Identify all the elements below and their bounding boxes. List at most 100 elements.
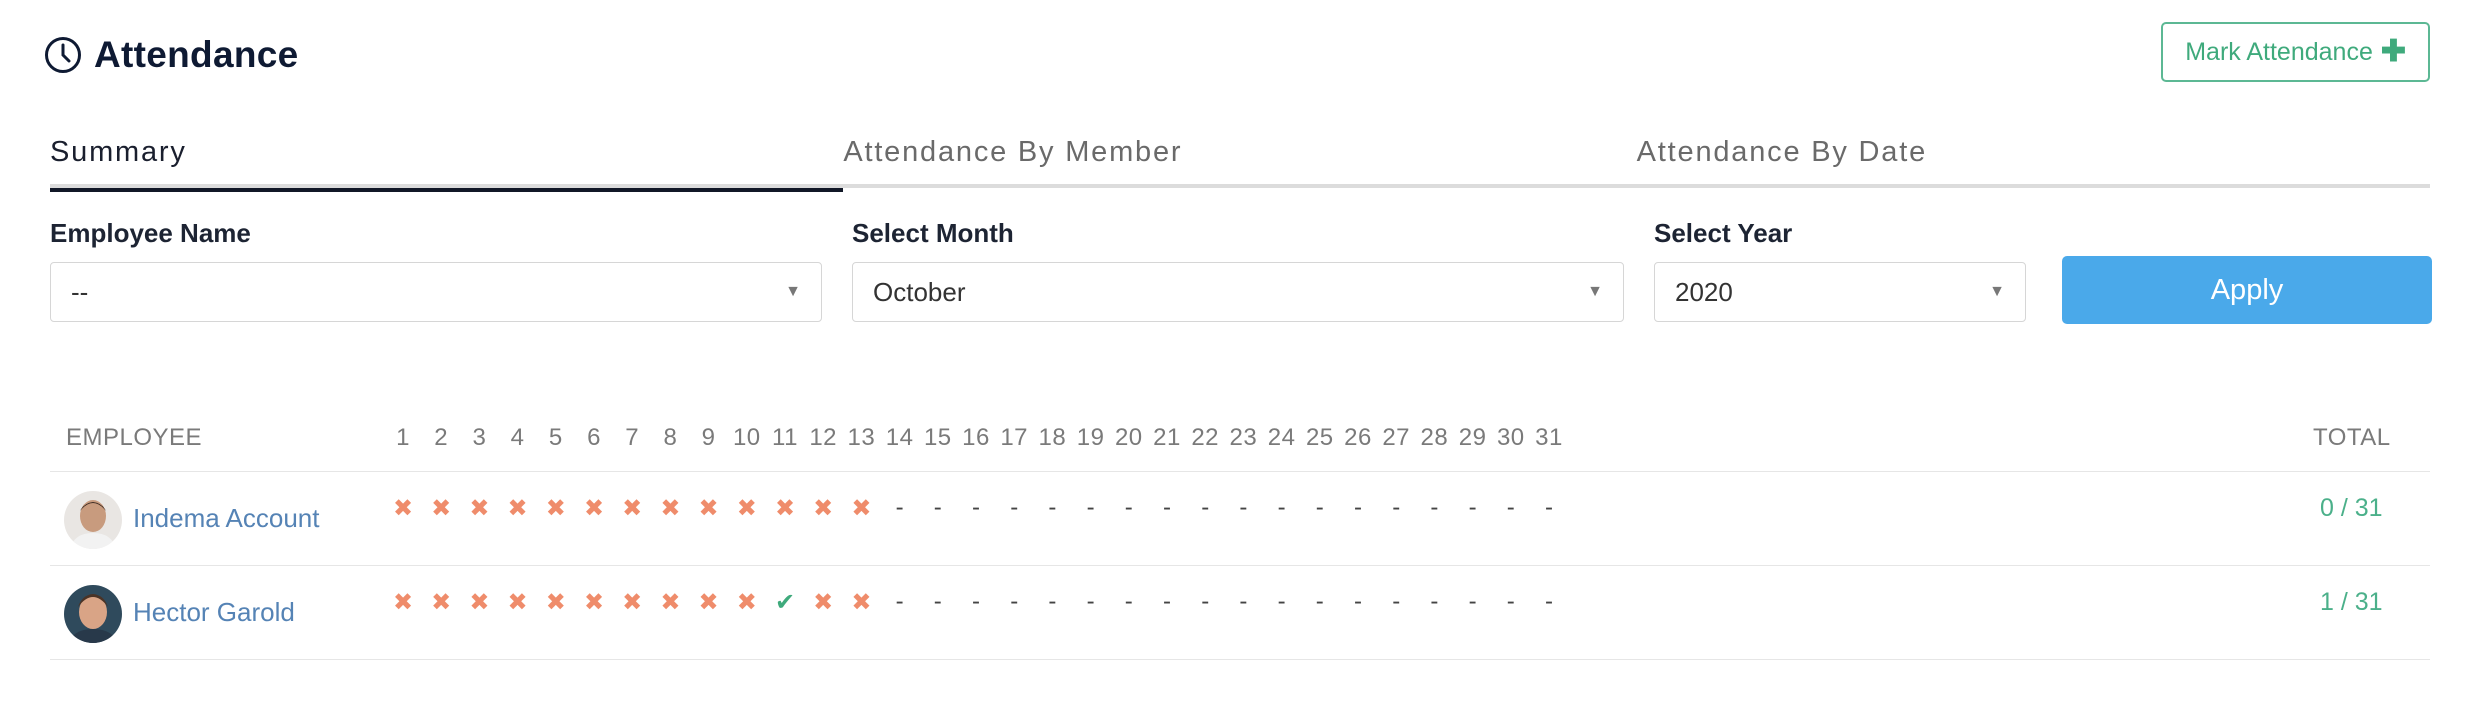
day-column-header: 5 (548, 424, 563, 451)
day-column-header: 6 (587, 424, 601, 451)
no-record-dash: - (1430, 588, 1439, 615)
title-wrap: Attendance (44, 30, 298, 80)
tab-summary[interactable]: Summary (50, 120, 844, 192)
absent-icon: ✖ (431, 495, 452, 522)
no-record-dash: - (1315, 494, 1324, 521)
day-column-header: 4 (510, 424, 525, 451)
mark-attendance-button[interactable]: Mark Attendance ✚ (2161, 22, 2430, 82)
no-record-dash: - (895, 588, 904, 615)
no-record-dash: - (1468, 494, 1477, 521)
avatar (64, 491, 122, 549)
no-record-dash: - (1124, 494, 1133, 521)
day-column-header: 27 (1382, 424, 1411, 451)
no-record-dash: - (1163, 494, 1171, 521)
absent-icon: ✖ (431, 589, 452, 616)
day-column-header: 23 (1229, 424, 1258, 451)
no-record-dash: - (1277, 588, 1286, 615)
day-column-header: 19 (1076, 424, 1105, 451)
absent-icon: ✖ (698, 589, 719, 616)
absent-icon: ✖ (392, 589, 414, 616)
page-header: Attendance Mark Attendance ✚ (44, 22, 2430, 94)
day-column-header: 21 (1153, 424, 1181, 451)
day-column-header: 11 (772, 424, 798, 451)
day-column-header: 16 (962, 424, 990, 451)
no-record-dash: - (1086, 588, 1095, 615)
absent-icon: ✖ (736, 495, 757, 522)
no-record-dash: - (895, 494, 904, 521)
total-column-header: TOTAL (2313, 424, 2391, 451)
employee-name-link[interactable]: Hector Garold (133, 597, 295, 628)
employee-select-value: -- (71, 276, 89, 307)
day-column-header: 2 (434, 424, 449, 451)
no-record-dash: - (1315, 588, 1324, 615)
absent-icon: ✖ (698, 495, 719, 522)
absent-icon: ✖ (813, 495, 834, 522)
day-column-header: 15 (923, 424, 952, 451)
employee-select[interactable]: -- ▼ (50, 262, 822, 322)
day-column-header: 8 (663, 424, 678, 451)
absent-icon: ✖ (851, 589, 872, 616)
no-record-dash: - (1201, 588, 1210, 615)
tab-attendance-by-member[interactable]: Attendance By Member (843, 120, 1636, 188)
month-filter: Select Month October ▼ (852, 218, 1624, 322)
day-column-header: 7 (625, 424, 640, 451)
absent-icon: ✖ (660, 495, 681, 522)
no-record-dash: - (972, 588, 980, 615)
chevron-down-icon: ▼ (1989, 283, 2005, 300)
chevron-down-icon: ▼ (785, 283, 801, 300)
table-header: EMPLOYEE TOTAL 1 2 3 4 5 6 7 8 9 10 11 12 13 14 15 16 17… (50, 408, 2430, 472)
table-row: Indema Account ✖ ✖ ✖ ✖ ✖ ✖ ✖ ✖ ✖ ✖ ✖ ✖ ✖ - - - - - - - - - - - -… (50, 472, 2430, 566)
year-select[interactable]: 2020 ▼ (1654, 262, 2026, 322)
absent-icon: ✖ (660, 589, 681, 616)
page-title: Attendance (94, 34, 299, 75)
plus-icon: ✚ (2380, 35, 2406, 68)
no-record-dash: - (1354, 588, 1362, 615)
day-column-header: 12 (809, 424, 838, 451)
no-record-dash: - (1048, 494, 1057, 521)
day-column-header: 18 (1038, 424, 1067, 451)
tab-attendance-by-date[interactable]: Attendance By Date (1637, 120, 2430, 188)
employee-name-link[interactable]: Indema Account (133, 503, 319, 534)
no-record-dash: - (1010, 588, 1019, 615)
absent-icon: ✖ (469, 589, 490, 616)
no-record-dash: - (1506, 494, 1515, 521)
no-record-dash: - (972, 494, 980, 521)
attendance-table: EMPLOYEE TOTAL 1 2 3 4 5 6 7 8 9 10 11 12 13 14 15 16 17… (50, 408, 2430, 660)
absent-icon: ✖ (545, 495, 566, 522)
no-record-dash: - (1545, 588, 1553, 615)
absent-icon: ✖ (622, 495, 643, 522)
no-record-dash: - (1506, 588, 1515, 615)
no-record-dash: - (1392, 588, 1401, 615)
year-select-value: 2020 (1675, 276, 1733, 307)
no-record-dash: - (1239, 588, 1248, 615)
day-column-header: 24 (1267, 424, 1296, 451)
day-column-header: 31 (1535, 424, 1563, 451)
check-icon: ✔ (774, 589, 796, 616)
employee-filter: Employee Name -- ▼ (50, 218, 822, 322)
month-select[interactable]: October ▼ (852, 262, 1624, 322)
chevron-down-icon: ▼ (1587, 283, 1603, 300)
day-column-header: 22 (1191, 424, 1220, 451)
employee-column-header: EMPLOYEE (66, 424, 203, 451)
absent-icon: ✖ (622, 589, 643, 616)
day-column-header: 28 (1420, 424, 1449, 451)
absent-icon: ✖ (583, 495, 605, 522)
no-record-dash: - (1392, 494, 1401, 521)
apply-button[interactable]: Apply (2062, 256, 2432, 324)
day-column-header: 30 (1496, 424, 1525, 451)
attendance-total: 0 / 31 (2320, 494, 2383, 522)
absent-icon: ✖ (507, 589, 528, 616)
filter-bar: Employee Name -- ▼ Select Month October … (50, 218, 2432, 328)
day-column-header: 1 (396, 424, 410, 451)
clock-icon (44, 36, 82, 74)
absent-icon: ✖ (813, 589, 834, 616)
avatar (64, 585, 122, 643)
no-record-dash: - (1430, 494, 1439, 521)
no-record-dash: - (1010, 494, 1019, 521)
select-year-label: Select Year (1654, 218, 1793, 248)
tab-bar: Summary Attendance By Member Attendance … (50, 120, 2430, 192)
day-column-header: 3 (472, 424, 487, 451)
absent-icon: ✖ (774, 495, 796, 522)
day-column-header: 20 (1114, 424, 1143, 451)
no-record-dash: - (933, 494, 942, 521)
